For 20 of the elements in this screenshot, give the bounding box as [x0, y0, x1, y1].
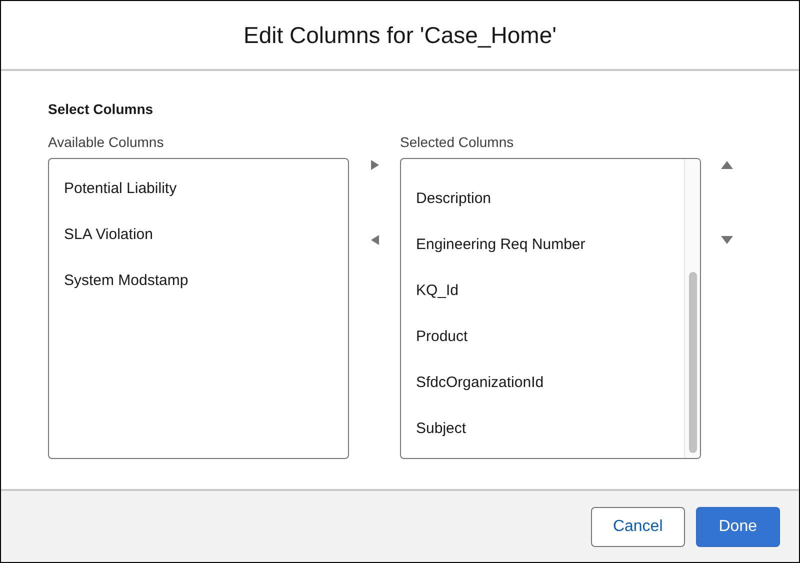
list-item[interactable]: SfdcOrganizationId — [401, 370, 684, 416]
triangle-up-icon — [721, 161, 733, 169]
done-button[interactable]: Done — [696, 506, 780, 546]
triangle-left-icon — [370, 235, 378, 245]
section-title: Select Columns — [48, 100, 154, 119]
list-label: Selected Columns — [400, 133, 515, 152]
list-item[interactable]: Product — [401, 324, 684, 370]
triangle-down-icon — [721, 236, 733, 244]
list-item[interactable]: Subject — [401, 416, 684, 458]
list-item[interactable]: Potential Liability — [49, 176, 348, 222]
triangle-right-icon — [370, 160, 378, 170]
list-item[interactable]: Engineering Req Number — [401, 232, 684, 278]
list-item[interactable]: KQ_Id — [401, 278, 684, 324]
list-item[interactable]: Description — [401, 186, 684, 232]
cancel-button[interactable]: Cancel — [590, 506, 685, 546]
list-item[interactable]: SLA Violation — [49, 222, 348, 268]
list-label: Available Columns — [48, 133, 165, 152]
dialog-title: Edit Columns for 'Case_Home' — [243, 20, 556, 50]
list-item[interactable]: System Modstamp — [49, 268, 348, 314]
scrollbar-thumb[interactable] — [688, 272, 696, 453]
